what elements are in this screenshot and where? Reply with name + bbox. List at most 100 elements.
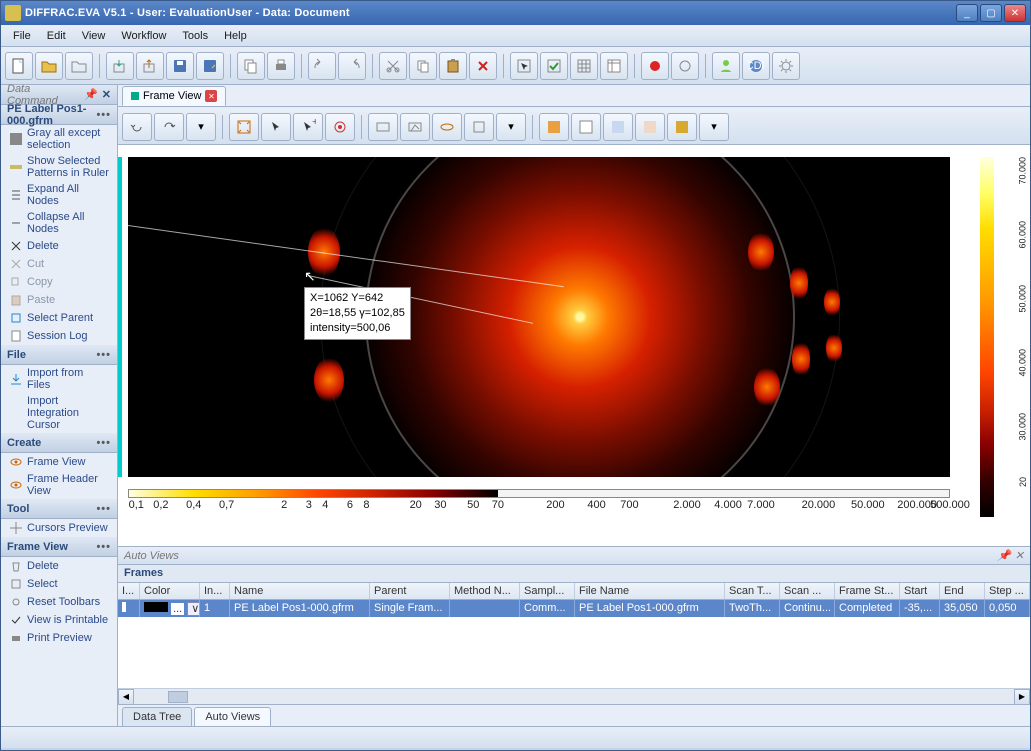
sidebar-item-show-patterns[interactable]: Show Selected Patterns in Ruler (1, 153, 117, 181)
copy-button[interactable] (237, 52, 265, 80)
table-column-header[interactable]: End (940, 583, 985, 599)
tool-group-header[interactable]: Tool••• (1, 499, 117, 519)
table-column-header[interactable]: Start (900, 583, 940, 599)
menu-tools[interactable]: Tools (174, 28, 216, 44)
sidebar-item-cursors-preview[interactable]: Cursors Preview (1, 519, 117, 537)
expand-dots-icon[interactable]: ••• (96, 541, 111, 553)
table-column-header[interactable]: I... (118, 583, 140, 599)
menu-workflow[interactable]: Workflow (113, 28, 174, 44)
tab-frame-view[interactable]: Frame View ✕ (122, 86, 226, 106)
table-row[interactable]: ... ∨1PE Label Pos1-000.gfrmSingle Fram.… (118, 600, 1030, 617)
close-icon[interactable]: ✕ (102, 88, 111, 101)
table-button[interactable] (600, 52, 628, 80)
sidebar-item-gray[interactable]: Gray all except selection (1, 125, 117, 153)
palette2-button[interactable] (571, 113, 601, 141)
grid-view-button[interactable] (464, 113, 494, 141)
sidebar-item-select-parent[interactable]: Select Parent (1, 309, 117, 327)
sidebar-item-import-files[interactable]: Import from Files (1, 365, 117, 393)
redo-button[interactable] (338, 52, 366, 80)
settings-button[interactable] (772, 52, 800, 80)
scroll-left-icon[interactable]: ◀ (118, 689, 134, 705)
table-column-header[interactable]: Color (140, 583, 200, 599)
record-button[interactable] (641, 52, 669, 80)
frames-header[interactable]: Frames (118, 565, 1030, 583)
table-column-header[interactable]: Parent (370, 583, 450, 599)
palette1-button[interactable] (539, 113, 569, 141)
pin-icon[interactable]: 📌 (997, 549, 1011, 562)
close-icon[interactable]: ✕ (1015, 549, 1024, 562)
palette3-button[interactable] (603, 113, 633, 141)
icdd-button[interactable]: ICDD (742, 52, 770, 80)
sidebar-item-delete[interactable]: Delete (1, 237, 117, 255)
pointer-plus-button[interactable]: + (293, 113, 323, 141)
table-column-header[interactable]: In... (200, 583, 230, 599)
file-group-header[interactable]: File••• (1, 345, 117, 365)
sidebar-item-fv-select[interactable]: Select (1, 575, 117, 593)
delete-button[interactable] (469, 52, 497, 80)
grid-button[interactable] (570, 52, 598, 80)
diffraction-image[interactable]: ↖ X=1062 Y=642 2θ=18,55 γ=102,85 intensi… (128, 157, 950, 477)
save-button[interactable] (166, 52, 194, 80)
tab-data-tree[interactable]: Data Tree (122, 707, 192, 726)
rotate-ccw-button[interactable] (122, 113, 152, 141)
expand-dots-icon[interactable]: ••• (96, 109, 111, 121)
open2-button[interactable] (65, 52, 93, 80)
expand-dots-icon[interactable]: ••• (96, 503, 111, 515)
table-column-header[interactable]: Scan ... (780, 583, 835, 599)
horizontal-scrollbar[interactable]: ◀ ▶ (118, 688, 1030, 704)
table-column-header[interactable]: Step ... (985, 583, 1030, 599)
table-column-header[interactable]: File Name (575, 583, 725, 599)
rotate-cw-button[interactable] (154, 113, 184, 141)
box1-button[interactable] (368, 113, 398, 141)
expand-dots-icon[interactable]: ••• (96, 437, 111, 449)
sidebar-item-fv-reset[interactable]: Reset Toolbars (1, 593, 117, 611)
box2-button[interactable] (400, 113, 430, 141)
new-doc-button[interactable] (5, 52, 33, 80)
expand-dots-icon[interactable]: ••• (96, 349, 111, 361)
paste-button[interactable] (439, 52, 467, 80)
undo-button[interactable] (308, 52, 336, 80)
copy2-button[interactable] (409, 52, 437, 80)
target-button[interactable] (325, 113, 355, 141)
menu-help[interactable]: Help (216, 28, 255, 44)
sidebar-item-fv-print-preview[interactable]: Print Preview (1, 629, 117, 647)
out-button[interactable] (106, 52, 134, 80)
in-button[interactable] (136, 52, 164, 80)
table-column-header[interactable]: Method N... (450, 583, 520, 599)
sidebar-item-collapse[interactable]: Collapse All Nodes (1, 209, 117, 237)
sidebar-item-fv-printable[interactable]: View is Printable (1, 611, 117, 629)
pin-icon[interactable]: 📌 (84, 88, 98, 101)
cut-button[interactable] (379, 52, 407, 80)
palette4-button[interactable] (635, 113, 665, 141)
cursor-button[interactable] (510, 52, 538, 80)
maximize-button[interactable]: ▢ (980, 4, 1002, 22)
eye-view-button[interactable] (432, 113, 462, 141)
auto-views-header[interactable]: Auto Views 📌 ✕ (118, 547, 1030, 565)
scroll-right-icon[interactable]: ▶ (1014, 689, 1030, 705)
dropdown-button[interactable]: ▾ (186, 113, 216, 141)
sidebar-item-fv-delete[interactable]: Delete (1, 557, 117, 575)
saveas-button[interactable] (196, 52, 224, 80)
stop-button[interactable] (671, 52, 699, 80)
open-button[interactable] (35, 52, 63, 80)
sidebar-item-expand[interactable]: Expand All Nodes (1, 181, 117, 209)
dropdown3-button[interactable]: ▾ (699, 113, 729, 141)
menu-view[interactable]: View (74, 28, 114, 44)
table-column-header[interactable]: Frame St... (835, 583, 900, 599)
create-group-header[interactable]: Create••• (1, 433, 117, 453)
minimize-button[interactable]: _ (956, 4, 978, 22)
tab-auto-views[interactable]: Auto Views (194, 707, 271, 726)
user-button[interactable] (712, 52, 740, 80)
check-button[interactable] (540, 52, 568, 80)
fit-button[interactable] (229, 113, 259, 141)
scroll-thumb[interactable] (168, 691, 188, 703)
table-column-header[interactable]: Sampl... (520, 583, 575, 599)
sidebar-item-frame-header-view[interactable]: Frame Header View (1, 471, 117, 499)
print-button[interactable] (267, 52, 295, 80)
sidebar-item-import-cursor[interactable]: Import Integration Cursor (1, 393, 117, 433)
sidebar-item-frame-view[interactable]: Frame View (1, 453, 117, 471)
frameview-group-header[interactable]: Frame View••• (1, 537, 117, 557)
palette5-button[interactable] (667, 113, 697, 141)
menu-file[interactable]: File (5, 28, 39, 44)
sidebar-item-session-log[interactable]: Session Log (1, 327, 117, 345)
